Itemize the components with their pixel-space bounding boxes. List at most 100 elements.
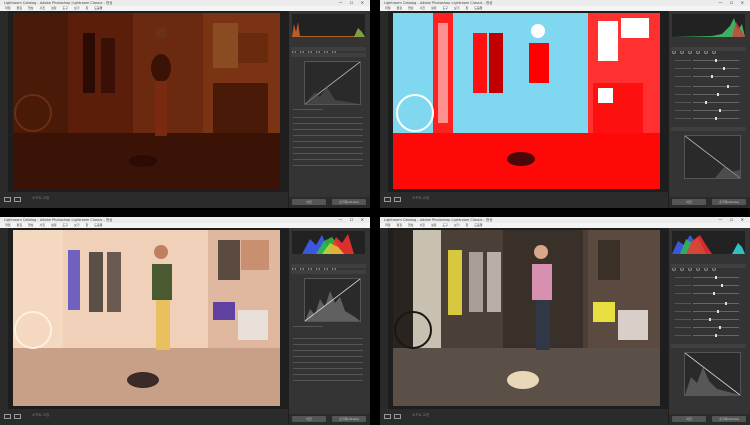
- reset-button[interactable]: 초기화(Adobe): [332, 416, 366, 422]
- previous-button[interactable]: 이전: [672, 416, 706, 422]
- section-header-tone-curve[interactable]: [291, 53, 366, 57]
- menu-develop[interactable]: 현상: [408, 223, 414, 227]
- menu-view[interactable]: 보기: [454, 223, 460, 227]
- menu-view[interactable]: 보기: [74, 223, 80, 227]
- slider[interactable]: [675, 302, 743, 305]
- compare-view-icon[interactable]: [14, 197, 21, 202]
- menu-tools[interactable]: 도구: [443, 6, 449, 10]
- compare-view-icon[interactable]: [394, 197, 401, 202]
- slider[interactable]: [675, 310, 743, 313]
- menu-help[interactable]: 도움말: [94, 223, 102, 227]
- section-header-tone-curve[interactable]: [671, 344, 746, 348]
- left-panel-collapsed[interactable]: [380, 11, 388, 208]
- menu-view[interactable]: 보기: [454, 6, 460, 10]
- compare-view-icon[interactable]: [394, 414, 401, 419]
- slider[interactable]: [675, 117, 743, 120]
- menu-edit[interactable]: 편집: [397, 223, 403, 227]
- tone-curve-graph[interactable]: [684, 352, 741, 396]
- section-header-basic[interactable]: [291, 47, 366, 51]
- loupe-view-icon[interactable]: [384, 414, 391, 419]
- left-panel-collapsed[interactable]: [0, 228, 8, 425]
- section-header-basic[interactable]: [291, 264, 366, 268]
- slider[interactable]: [675, 109, 743, 112]
- menu-window[interactable]: 창: [466, 223, 469, 227]
- menu-help[interactable]: 도움말: [94, 6, 102, 10]
- tone-curve-graph[interactable]: [304, 61, 361, 105]
- soft-proof-label[interactable]: 소프트 교정: [412, 413, 429, 418]
- menu-edit[interactable]: 편집: [17, 6, 23, 10]
- menu-view[interactable]: 보기: [74, 6, 80, 10]
- menu-photo[interactable]: 사진: [40, 6, 46, 10]
- slider[interactable]: [675, 59, 743, 62]
- menu-help[interactable]: 도움말: [474, 6, 482, 10]
- section-header-tone-curve[interactable]: [291, 270, 366, 274]
- menu-settings[interactable]: 설정: [431, 223, 437, 227]
- photo-preview[interactable]: [13, 230, 280, 406]
- menu-file[interactable]: 파일: [385, 6, 391, 10]
- menu-photo[interactable]: 사진: [420, 223, 426, 227]
- menu-edit[interactable]: 편집: [17, 223, 23, 227]
- menu-settings[interactable]: 설정: [51, 223, 57, 227]
- tone-curve-graph[interactable]: [304, 278, 361, 322]
- menu-settings[interactable]: 설정: [431, 6, 437, 10]
- menu-file[interactable]: 파일: [5, 6, 11, 10]
- left-panel-collapsed[interactable]: [0, 11, 8, 208]
- menu-photo[interactable]: 사진: [420, 6, 426, 10]
- previous-button[interactable]: 이전: [292, 416, 326, 422]
- reset-button[interactable]: 초기화(Adobe): [712, 416, 746, 422]
- panel-buttons: 이전 초기화(Adobe): [289, 414, 370, 425]
- slider[interactable]: [675, 334, 743, 337]
- lightroom-window-bottom-right: Lightroom Catalog - Adobe Photoshop Ligh…: [380, 217, 750, 425]
- menu-develop[interactable]: 현상: [28, 6, 34, 10]
- previous-button[interactable]: 이전: [672, 199, 706, 205]
- reset-button[interactable]: 초기화(Adobe): [332, 199, 366, 205]
- menu-develop[interactable]: 현상: [28, 223, 34, 227]
- slider[interactable]: [675, 318, 743, 321]
- slider[interactable]: [675, 101, 743, 104]
- slider[interactable]: [675, 326, 743, 329]
- compare-view-icon[interactable]: [14, 414, 21, 419]
- menu-tools[interactable]: 도구: [63, 223, 69, 227]
- loupe-view-icon[interactable]: [384, 197, 391, 202]
- soft-proof-label[interactable]: 소프트 교정: [32, 196, 49, 201]
- menu-help[interactable]: 도움말: [474, 223, 482, 227]
- menu-tools[interactable]: 도구: [63, 6, 69, 10]
- menu-file[interactable]: 파일: [385, 223, 391, 227]
- panel-buttons: 이전 초기화(Adobe): [669, 197, 750, 208]
- photo-preview[interactable]: [393, 230, 660, 406]
- loupe-view-icon[interactable]: [4, 414, 11, 419]
- tone-curve-graph[interactable]: [684, 135, 741, 179]
- menu-window[interactable]: 창: [466, 6, 469, 10]
- slider[interactable]: [675, 75, 743, 78]
- slider[interactable]: [675, 276, 743, 279]
- photo-preview[interactable]: [13, 13, 280, 189]
- section-header-basic[interactable]: [671, 47, 746, 51]
- tool-strip: [292, 256, 365, 271]
- section-header-basic[interactable]: [671, 264, 746, 268]
- lightroom-window-top-left: Lightroom Catalog - Adobe Photoshop Ligh…: [0, 0, 370, 208]
- loupe-view-icon[interactable]: [4, 197, 11, 202]
- menu-tools[interactable]: 도구: [443, 223, 449, 227]
- menu-settings[interactable]: 설정: [51, 6, 57, 10]
- slider[interactable]: [675, 93, 743, 96]
- reset-button[interactable]: 초기화(Adobe): [712, 199, 746, 205]
- slider[interactable]: [675, 67, 743, 70]
- menu-file[interactable]: 파일: [5, 223, 11, 227]
- tool-strip: [672, 39, 745, 54]
- menu-photo[interactable]: 사진: [40, 223, 46, 227]
- toolbar: 소프트 교정: [0, 409, 288, 425]
- menu-window[interactable]: 창: [86, 223, 89, 227]
- menu-window[interactable]: 창: [86, 6, 89, 10]
- slider[interactable]: [675, 284, 743, 287]
- soft-proof-label[interactable]: 소프트 교정: [412, 196, 429, 201]
- previous-button[interactable]: 이전: [292, 199, 326, 205]
- photo-preview[interactable]: [393, 13, 660, 189]
- soft-proof-label[interactable]: 소프트 교정: [32, 413, 49, 418]
- menu-edit[interactable]: 편집: [397, 6, 403, 10]
- slider[interactable]: [675, 85, 743, 88]
- slider[interactable]: [675, 292, 743, 295]
- section-header-tone-curve[interactable]: [671, 127, 746, 131]
- right-panel: 이전 초기화(Adobe): [289, 228, 370, 425]
- left-panel-collapsed[interactable]: [380, 228, 388, 425]
- menu-develop[interactable]: 현상: [408, 6, 414, 10]
